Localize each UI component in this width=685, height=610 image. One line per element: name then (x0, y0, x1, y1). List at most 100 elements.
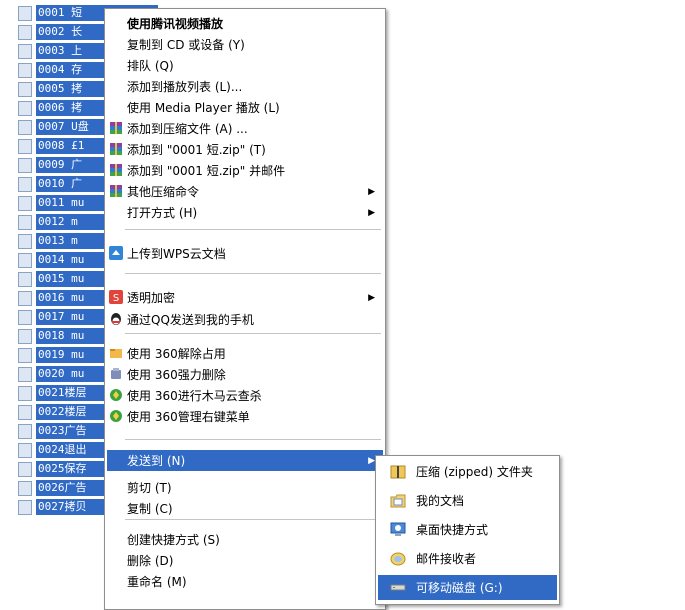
menu-separator (125, 273, 381, 274)
menu-item[interactable]: 使用 360管理右键菜单 (107, 406, 383, 427)
menu-item-label: 复制到 CD 或设备 (Y) (127, 38, 245, 52)
file-icon (18, 176, 32, 192)
menu-item-label: 透明加密 (127, 291, 176, 305)
file-icon (18, 157, 32, 173)
file-icon (18, 43, 32, 59)
send-to-item-label: 我的文档 (416, 494, 465, 508)
file-icon (18, 423, 32, 439)
file-icon (18, 309, 32, 325)
menu-item-label: 剪切 (T) (127, 481, 172, 495)
menu-item[interactable]: 添加到 "0001 短.zip" 并邮件 (107, 160, 383, 181)
file-icon (18, 385, 32, 401)
file-icon (18, 404, 32, 420)
menu-item-label: 添加到 "0001 短.zip" 并邮件 (127, 164, 286, 178)
menu-item[interactable]: 剪切 (T) (107, 477, 383, 498)
unlock-360-icon (109, 346, 123, 360)
menu-item[interactable]: 删除 (D) (107, 550, 383, 571)
file-icon (18, 214, 32, 230)
winrar-icon (109, 163, 123, 177)
winrar-icon (109, 142, 123, 156)
file-icon (18, 100, 32, 116)
menu-item[interactable]: 发送到 (N) ▶ (107, 450, 383, 471)
menu-item[interactable]: 使用 360强力删除 (107, 364, 383, 385)
menu-item[interactable]: 其他压缩命令 ▶ (107, 181, 383, 202)
encrypt-icon: S (109, 290, 123, 304)
scan-360-icon (109, 388, 123, 402)
menu-item-label: 使用 360管理右键菜单 (127, 410, 250, 424)
menu-item[interactable]: 使用 360解除占用 (107, 343, 383, 364)
menu-separator (125, 333, 381, 334)
file-icon (18, 138, 32, 154)
removable-disk-icon (390, 580, 406, 595)
menu-item-label: 创建快捷方式 (S) (127, 533, 220, 547)
send-to-item[interactable]: 桌面快捷方式 (378, 517, 557, 542)
submenu-arrow-icon: ▶ (368, 186, 375, 197)
file-icon (18, 480, 32, 496)
menu-item-label: 使用 Media Player 播放 (L) (127, 101, 280, 115)
winrar-icon (109, 121, 123, 135)
send-to-item[interactable]: 邮件接收者 (378, 546, 557, 571)
menu-item-label: 其他压缩命令 (127, 185, 200, 199)
menu-item[interactable]: 创建快捷方式 (S) (107, 529, 383, 550)
menu-item-label: 使用腾讯视频播放 (127, 17, 224, 31)
menu-item[interactable]: 添加到播放列表 (L)... (107, 76, 383, 97)
menu-item[interactable]: 添加到压缩文件 (A) ... (107, 118, 383, 139)
menu-item[interactable]: 添加到 "0001 短.zip" (T) (107, 139, 383, 160)
menu-item-label: 排队 (Q) (127, 59, 174, 73)
menu-item-label: 使用 360强力删除 (127, 368, 226, 382)
desktop-shortcut-icon (390, 522, 406, 537)
submenu-arrow-icon: ▶ (368, 455, 375, 466)
send-to-item-label: 邮件接收者 (416, 552, 477, 566)
menu-item[interactable]: 打开方式 (H) ▶ (107, 202, 383, 223)
menu-item[interactable]: 复制到 CD 或设备 (Y) (107, 34, 383, 55)
file-icon (18, 195, 32, 211)
menu-item-label: 使用 360进行木马云查杀 (127, 389, 262, 403)
my-documents-icon (390, 493, 406, 508)
menu-item-label: 添加到播放列表 (L)... (127, 80, 243, 94)
file-icon (18, 119, 32, 135)
menu-item-label: 复制 (C) (127, 502, 173, 516)
menu-item-label: 通过QQ发送到我的手机 (127, 313, 254, 327)
context-menu: 使用腾讯视频播放复制到 CD 或设备 (Y) 排队 (Q) 添加到播放列表 (L).… (104, 8, 386, 610)
menu-item-label: 发送到 (N) (127, 454, 186, 468)
file-icon (18, 24, 32, 40)
file-icon (18, 233, 32, 249)
zip-folder-icon (390, 464, 406, 479)
menu-item-label: 使用 360解除占用 (127, 347, 226, 361)
menu-item[interactable]: 复制 (C) (107, 498, 383, 519)
file-icon (18, 347, 32, 363)
menu-item-label: 添加到 "0001 短.zip" (T) (127, 143, 266, 157)
file-icon (18, 328, 32, 344)
menu-item[interactable]: S 透明加密 ▶ (107, 287, 383, 308)
menu-item[interactable]: 重命名 (M) (107, 571, 383, 592)
mail-recipient-icon (390, 551, 406, 566)
file-icon (18, 252, 32, 268)
menu-item[interactable]: 排队 (Q) (107, 55, 383, 76)
winrar-icon (109, 184, 123, 198)
menu-item-label: 上传到WPS云文档 (127, 247, 226, 261)
shred-360-icon (109, 367, 123, 381)
send-to-item[interactable]: 压缩 (zipped) 文件夹 (378, 459, 557, 484)
send-to-item-label: 压缩 (zipped) 文件夹 (416, 465, 533, 479)
qq-icon (109, 312, 123, 326)
menu-item[interactable]: 使用 360进行木马云查杀 (107, 385, 383, 406)
menu-item[interactable]: 使用 Media Player 播放 (L) (107, 97, 383, 118)
menu-item-label: 重命名 (M) (127, 575, 187, 589)
file-icon (18, 271, 32, 287)
send-to-item[interactable]: 我的文档 (378, 488, 557, 513)
file-icon (18, 461, 32, 477)
file-icon (18, 499, 32, 515)
svg-text:S: S (113, 293, 119, 304)
send-to-item[interactable]: 可移动磁盘 (G:) (378, 575, 557, 600)
file-icon (18, 290, 32, 306)
menu-item[interactable]: 上传到WPS云文档 (107, 243, 383, 264)
file-icon (18, 81, 32, 97)
submenu-arrow-icon: ▶ (368, 292, 375, 303)
menu-item-label: 添加到压缩文件 (A) ... (127, 122, 248, 136)
menu-item-label: 打开方式 (H) (127, 206, 198, 220)
send-to-item-label: 桌面快捷方式 (416, 523, 489, 537)
menu-item[interactable]: 使用腾讯视频播放 (107, 13, 383, 34)
file-icon (18, 442, 32, 458)
wps-cloud-icon (109, 246, 123, 260)
menu-item[interactable]: 通过QQ发送到我的手机 (107, 309, 383, 330)
